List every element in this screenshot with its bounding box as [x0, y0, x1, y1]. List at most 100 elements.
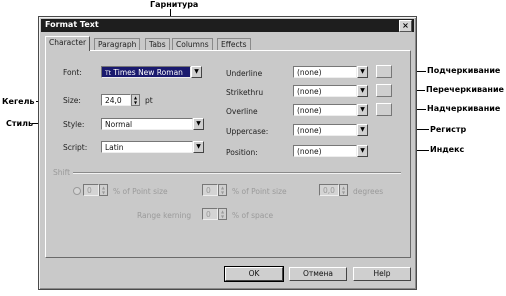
script-value: Latin: [105, 143, 124, 152]
annotation-case: Регистр: [430, 125, 467, 134]
format-text-dialog: Format Text × Character Paragraph Tabs C…: [38, 16, 417, 290]
style-select[interactable]: Normal: [101, 118, 193, 130]
strikethru-dropdown-button[interactable]: ▼: [357, 85, 368, 97]
ok-label: OK: [248, 269, 260, 278]
shift-vertical-label: % of Point size: [232, 187, 287, 196]
strikethru-settings-button[interactable]: [376, 84, 392, 97]
shift-horizontal-spinner[interactable]: ▲ ▼: [99, 184, 108, 196]
close-button[interactable]: ×: [399, 20, 412, 32]
overline-value: (none): [297, 106, 322, 115]
underline-dropdown-button[interactable]: ▼: [357, 66, 368, 78]
size-spinner[interactable]: ▲ ▼: [131, 94, 140, 106]
position-value: (none): [297, 147, 322, 156]
position-select[interactable]: (none): [293, 145, 357, 157]
window-title: Format Text: [45, 20, 99, 29]
chevron-down-icon: ▼: [360, 126, 365, 133]
uppercase-value: (none): [297, 126, 322, 135]
tab-columns[interactable]: Columns: [172, 38, 213, 50]
rotation-input[interactable]: 0,0: [319, 184, 339, 196]
range-kerning-label: Range kerning: [137, 211, 192, 220]
underline-label: Underline: [226, 69, 263, 78]
uppercase-label: Uppercase:: [226, 127, 269, 136]
overline-label: Overline: [226, 107, 258, 116]
range-kerning-input[interactable]: 0: [202, 208, 218, 220]
chevron-down-icon: ▼: [360, 106, 365, 113]
title-bar[interactable]: Format Text ×: [41, 19, 414, 32]
shift-vertical-input[interactable]: 0: [202, 184, 218, 196]
style-value: Normal: [105, 120, 133, 129]
chevron-down-icon: ▼: [360, 147, 365, 154]
spin-down-icon[interactable]: ▼: [219, 190, 226, 195]
spin-down-icon[interactable]: ▼: [219, 214, 226, 219]
chevron-down-icon: ▼: [360, 87, 365, 94]
ok-button[interactable]: OK: [224, 266, 284, 282]
chevron-down-icon: ▼: [196, 120, 201, 127]
annotation-size: Кегель: [2, 97, 35, 106]
underline-settings-button[interactable]: [376, 65, 392, 78]
underline-select[interactable]: (none): [293, 66, 357, 78]
style-label: Style:: [63, 120, 85, 129]
spin-down-icon[interactable]: ▼: [340, 190, 347, 195]
chevron-down-icon: ▼: [194, 68, 199, 75]
tab-character[interactable]: Character: [45, 36, 91, 51]
tab-character-label: Character: [49, 38, 87, 47]
style-dropdown-button[interactable]: ▼: [193, 118, 204, 130]
strikethru-select[interactable]: (none): [293, 85, 357, 97]
range-kerning-spinner[interactable]: ▲ ▼: [218, 208, 227, 220]
annotation-index: Индекс: [430, 145, 465, 154]
shift-section-label: Shift: [53, 168, 71, 177]
shift-horizontal-radio[interactable]: [73, 187, 81, 195]
strikethru-value: (none): [297, 87, 322, 96]
underline-value: (none): [297, 68, 322, 77]
close-icon: ×: [402, 21, 409, 30]
uppercase-dropdown-button[interactable]: ▼: [357, 124, 368, 136]
tab-paragraph-label: Paragraph: [98, 40, 137, 49]
overline-select[interactable]: (none): [293, 104, 357, 116]
shift-vertical-value: 0: [206, 186, 211, 195]
spin-down-icon[interactable]: ▼: [100, 190, 107, 195]
shift-vertical-spinner[interactable]: ▲ ▼: [218, 184, 227, 196]
annotation-overline: Надчеркивание: [427, 104, 501, 113]
tab-paragraph[interactable]: Paragraph: [94, 38, 141, 50]
cancel-label: Отмена: [302, 269, 334, 278]
range-kerning-value: 0: [206, 210, 211, 219]
uppercase-select[interactable]: (none): [293, 124, 357, 136]
size-unit: pt: [145, 96, 153, 105]
script-dropdown-button[interactable]: ▼: [193, 141, 204, 153]
help-label: Help: [373, 269, 391, 278]
tab-effects-label: Effects: [221, 40, 247, 49]
position-label: Position:: [226, 148, 258, 157]
shift-horizontal-label: % of Point size: [113, 187, 168, 196]
size-label: Size:: [63, 96, 81, 105]
shift-horizontal-input[interactable]: 0: [83, 184, 99, 196]
annotation-underline: Подчеркивание: [427, 66, 501, 75]
font-dropdown-button[interactable]: ▼: [191, 66, 202, 78]
rotation-label: degrees: [353, 187, 384, 196]
size-input[interactable]: 24,0: [101, 94, 131, 106]
overline-dropdown-button[interactable]: ▼: [357, 104, 368, 116]
script-select[interactable]: Latin: [101, 141, 193, 153]
overline-settings-button[interactable]: [376, 103, 392, 116]
chevron-down-icon: ▼: [196, 143, 201, 150]
cancel-button[interactable]: Отмена: [289, 267, 347, 281]
font-select[interactable]: Tt Times New Roman: [101, 66, 191, 78]
help-button[interactable]: Help: [353, 267, 411, 281]
script-label: Script:: [63, 143, 88, 152]
tab-effects[interactable]: Effects: [217, 38, 251, 50]
font-value: Times New Roman: [113, 68, 183, 77]
font-label: Font:: [63, 68, 82, 77]
chevron-down-icon: ▼: [360, 68, 365, 75]
shift-separator: [73, 172, 401, 173]
shift-horizontal-value: 0: [87, 186, 92, 195]
annotation-strikethrough: Перечеркивание: [426, 85, 504, 94]
tab-tabs[interactable]: Tabs: [145, 38, 170, 50]
rotation-value: 0,0: [323, 186, 335, 195]
position-dropdown-button[interactable]: ▼: [357, 145, 368, 157]
truetype-icon: Tt: [105, 70, 112, 77]
tab-columns-label: Columns: [176, 40, 209, 49]
annotation-typeface: Гарнитура: [150, 0, 199, 9]
strikethru-label: Strikethru: [226, 88, 264, 97]
spin-down-icon[interactable]: ▼: [132, 100, 139, 105]
size-value: 24,0: [105, 96, 122, 105]
rotation-spinner[interactable]: ▲ ▼: [339, 184, 348, 196]
